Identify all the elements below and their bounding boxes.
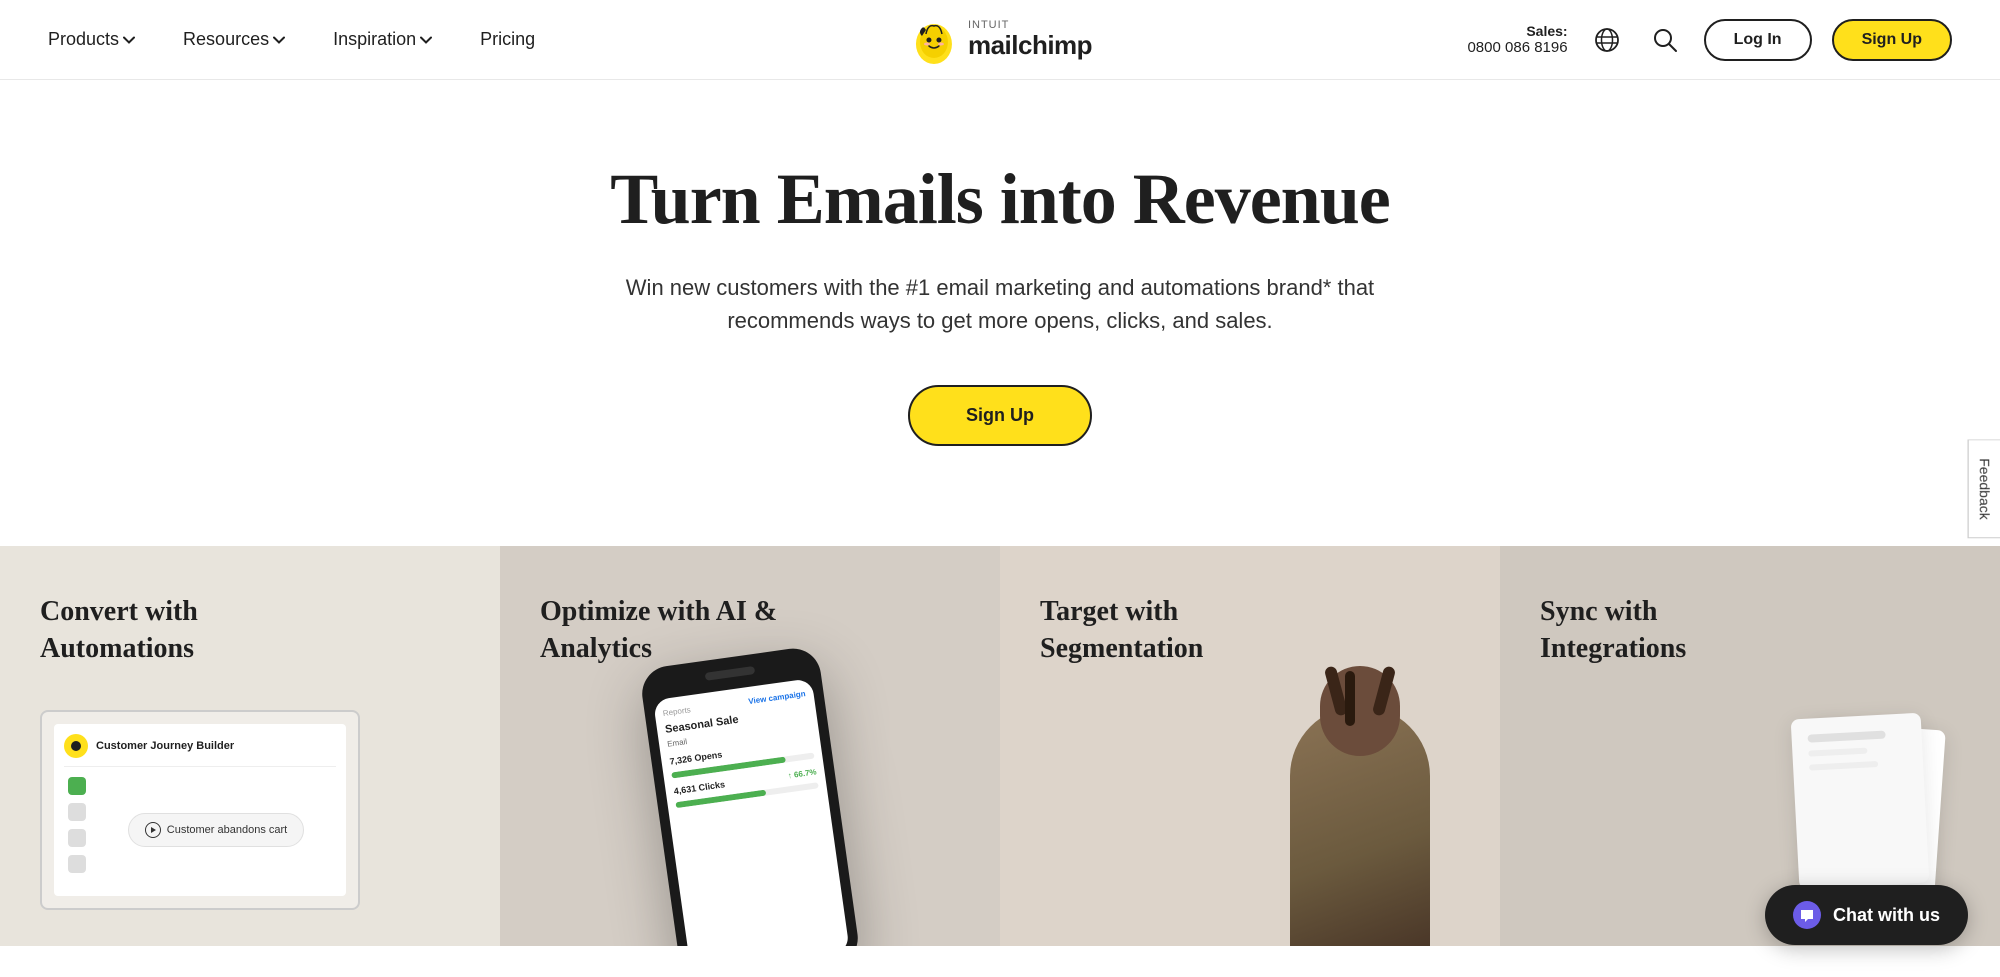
- sidebar-dot: [68, 855, 86, 873]
- feature-seg-title: Target with Segmentation: [1040, 594, 1300, 667]
- chevron-down-icon: [420, 36, 432, 44]
- freddie-logo-icon: [908, 14, 960, 66]
- globe-icon: [1594, 27, 1620, 53]
- logo[interactable]: INTUIT mailchimp: [908, 14, 1092, 66]
- hero-subtitle: Win new customers with the #1 email mark…: [610, 271, 1390, 337]
- sales-info: Sales: 0800 086 8196: [1467, 23, 1567, 56]
- hero-title: Turn Emails into Revenue: [610, 160, 1389, 239]
- laptop-mockup: Customer Journey Builder: [40, 710, 360, 910]
- feature-ai-analytics: Optimize with AI & Analytics Reports Vie…: [500, 546, 1000, 946]
- sidebar-dot: [68, 829, 86, 847]
- globe-icon-button[interactable]: [1588, 21, 1626, 59]
- laptop-sidebar-icons: [64, 773, 90, 886]
- search-icon-button[interactable]: [1646, 21, 1684, 59]
- nav-item-products[interactable]: Products: [48, 29, 135, 50]
- feedback-tab[interactable]: Feedback: [1967, 439, 2000, 538]
- person-body: [1290, 706, 1430, 946]
- chat-widget[interactable]: Chat with us: [1765, 885, 1968, 945]
- feature-automations: Convert with Automations Customer Journe…: [0, 546, 500, 946]
- braid-3: [1372, 665, 1397, 716]
- features-section: Convert with Automations Customer Journe…: [0, 546, 2000, 946]
- logo-text-block: INTUIT mailchimp: [968, 20, 1092, 60]
- hero-section: Turn Emails into Revenue Win new custome…: [0, 80, 2000, 546]
- signup-nav-button[interactable]: Sign Up: [1832, 19, 1952, 61]
- feature-segmentation: Target with Segmentation: [1000, 546, 1500, 946]
- braid-2: [1345, 671, 1355, 726]
- nav-right: Sales: 0800 086 8196 Log In Sign Up: [1467, 19, 1952, 61]
- nav-left: Products Resources Inspiration Pricing: [48, 29, 535, 50]
- sidebar-dot-active: [68, 777, 86, 795]
- speech-bubble-icon: [1799, 908, 1815, 922]
- chat-bubble-icon: [1793, 901, 1821, 929]
- nav-item-inspiration[interactable]: Inspiration: [333, 29, 432, 50]
- phone-notch: [705, 666, 756, 681]
- phone-mockup: Reports View campaign Seasonal Sale Emai…: [639, 645, 862, 946]
- chat-label: Chat with us: [1833, 905, 1940, 926]
- phone-screen: Reports View campaign Seasonal Sale Emai…: [653, 678, 850, 946]
- play-icon: [145, 822, 161, 838]
- nav-item-resources[interactable]: Resources: [183, 29, 285, 50]
- feature-int-title: Sync with Integrations: [1540, 594, 1800, 667]
- laptop-logo-icon: [64, 734, 88, 758]
- chevron-down-icon: [123, 36, 135, 44]
- feature-automations-title: Convert with Automations: [40, 594, 300, 667]
- person-illustration: [1260, 666, 1460, 946]
- person-head: [1320, 666, 1400, 756]
- login-button[interactable]: Log In: [1704, 19, 1812, 61]
- navigation: Products Resources Inspiration Pricing: [0, 0, 2000, 80]
- search-icon: [1652, 27, 1678, 53]
- laptop-header-text: Customer Journey Builder: [96, 740, 234, 752]
- nav-item-pricing[interactable]: Pricing: [480, 29, 535, 50]
- abandon-badge: Customer abandons cart: [128, 813, 304, 847]
- sidebar-dot: [68, 803, 86, 821]
- hero-signup-button[interactable]: Sign Up: [908, 385, 1092, 446]
- chevron-down-icon: [273, 36, 285, 44]
- doc-sheet-front: [1791, 713, 1930, 890]
